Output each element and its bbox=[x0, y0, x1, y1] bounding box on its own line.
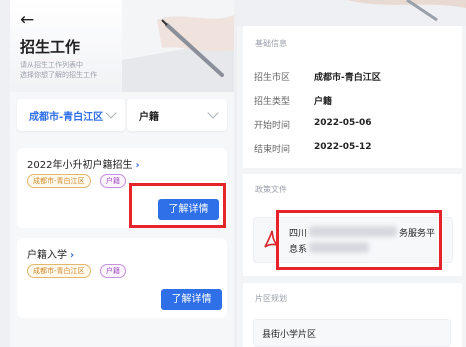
back-arrow-icon[interactable]: ← bbox=[20, 10, 34, 30]
type-tag: 户籍 bbox=[100, 174, 126, 188]
card-title: 2022年小升初户籍招生 › bbox=[27, 160, 140, 171]
section-title: 政策文件 bbox=[255, 185, 287, 194]
header-banner: ← 招生工作 请从招生工作列表中 选择你想了解的招生工作 bbox=[10, 0, 234, 92]
enrollment-card[interactable]: 户籍入学 › 成都市-青白江区 户籍 了解详情 bbox=[17, 238, 227, 318]
type-select[interactable]: 户籍 bbox=[127, 99, 227, 131]
right-screen: 基础信息 招生市区 成都市-青白江区 招生类型 户籍 开始时间 2022-05-… bbox=[237, 0, 466, 347]
info-value: 2022-05-12 bbox=[314, 142, 372, 152]
type-select-value: 户籍 bbox=[139, 112, 159, 123]
highlight-box bbox=[276, 210, 442, 270]
info-key: 招生类型 bbox=[254, 97, 291, 107]
section-title: 基础信息 bbox=[255, 39, 287, 48]
details-button[interactable]: 了解详情 bbox=[161, 289, 222, 310]
chevron-right-icon: › bbox=[70, 250, 75, 261]
info-key: 结束时间 bbox=[254, 145, 291, 155]
highlight-box bbox=[129, 183, 226, 228]
header-banner bbox=[237, 0, 466, 26]
chevron-down-icon bbox=[105, 107, 117, 119]
page-title: 招生工作 bbox=[20, 38, 81, 56]
district-select-value: 成都市-青白江区 bbox=[29, 112, 104, 123]
info-value: 成都市-青白江区 bbox=[314, 73, 381, 83]
chevron-right-icon: › bbox=[135, 160, 140, 171]
left-screen: ← 招生工作 请从招生工作列表中 选择你想了解的招生工作 成都市-青白江区 户籍… bbox=[10, 0, 234, 347]
district-tag: 成都市-青白江区 bbox=[27, 264, 91, 278]
info-value: 2022-05-06 bbox=[314, 118, 372, 128]
district-tag: 成都市-青白江区 bbox=[27, 174, 91, 188]
area-item[interactable]: 县街小学片区 bbox=[253, 319, 451, 347]
section-title: 片区规划 bbox=[255, 294, 287, 303]
page-subtitle-line-2: 选择你想了解的招生工作 bbox=[20, 71, 97, 79]
area-planning-panel: 片区规划 县街小学片区 bbox=[243, 283, 462, 347]
info-key: 招生市区 bbox=[254, 73, 291, 83]
page-subtitle-line-1: 请从招生工作列表中 bbox=[20, 61, 83, 69]
info-key: 开始时间 bbox=[254, 121, 291, 131]
chevron-down-icon bbox=[207, 107, 219, 119]
card-title: 户籍入学 › bbox=[27, 250, 75, 261]
area-item-label: 县街小学片区 bbox=[262, 330, 317, 340]
type-tag: 户籍 bbox=[100, 264, 126, 278]
district-select[interactable]: 成都市-青白江区 bbox=[17, 99, 125, 131]
info-value: 户籍 bbox=[314, 97, 333, 107]
hand-writing-illustration bbox=[347, 0, 466, 22]
hand-writing-illustration bbox=[122, 0, 234, 92]
